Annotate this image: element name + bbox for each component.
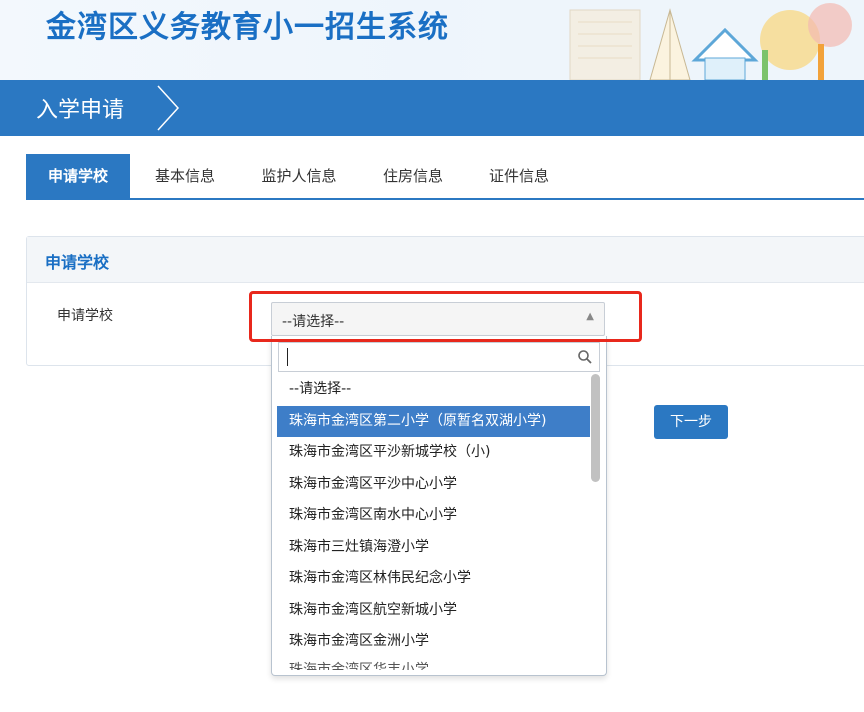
school-option[interactable]: 珠海市三灶镇海澄小学 <box>277 532 590 564</box>
site-title: 金湾区义务教育小一招生系统 <box>46 10 449 45</box>
banner-illustration <box>500 0 864 80</box>
caret-up-icon: ▲ <box>586 311 594 322</box>
dropdown-search-input[interactable] <box>279 343 575 371</box>
school-field-label: 申请学校 <box>57 308 113 324</box>
tab-apply-school[interactable]: 申请学校 <box>26 154 130 198</box>
school-option[interactable]: 珠海市金湾区林伟民纪念小学 <box>277 563 590 595</box>
search-icon <box>578 350 592 364</box>
chevron-right-icon <box>157 85 180 131</box>
school-option-selected[interactable]: 珠海市金湾区第二小学（原暂名双湖小学) <box>277 405 590 437</box>
scrollbar-thumb[interactable] <box>591 374 600 482</box>
school-option[interactable]: 珠海市金湾区平沙新城学校（小) <box>277 437 590 469</box>
dropdown-search-box[interactable] <box>278 342 600 372</box>
school-option[interactable]: 珠海市金湾区金洲小学 <box>277 626 590 658</box>
tab-guardian-info[interactable]: 监护人信息 <box>244 154 354 198</box>
page-nav-bar: 入学申请 <box>0 80 864 136</box>
site-header: 金湾区义务教育小一招生系统 <box>0 0 864 80</box>
next-step-button[interactable]: 下一步 <box>654 405 728 439</box>
school-dropdown: --请选择-- 珠海市金湾区第二小学（原暂名双湖小学) 珠海市金湾区平沙新城学校… <box>271 336 607 676</box>
school-options-list: --请选择-- 珠海市金湾区第二小学（原暂名双湖小学) 珠海市金湾区平沙新城学校… <box>272 374 590 670</box>
school-option[interactable]: 珠海市金湾区平沙中心小学 <box>277 469 590 501</box>
school-option[interactable]: 珠海市金湾区航空新城小学 <box>277 595 590 627</box>
tab-basic-info[interactable]: 基本信息 <box>138 154 232 198</box>
panel-title: 申请学校 <box>45 253 110 272</box>
tab-document-info[interactable]: 证件信息 <box>472 154 566 198</box>
school-select-value: --请选择-- <box>282 314 345 330</box>
step-tabs: 申请学校 基本信息 监护人信息 住房信息 证件信息 <box>26 154 864 200</box>
school-option[interactable]: --请选择-- <box>277 374 590 406</box>
school-option[interactable]: 珠海市金湾区华丰小学 <box>277 658 590 670</box>
dropdown-scrollbar[interactable] <box>591 374 601 670</box>
school-option[interactable]: 珠海市金湾区南水中心小学 <box>277 500 590 532</box>
text-cursor <box>287 348 288 366</box>
school-select[interactable]: --请选择-- ▲ <box>271 302 605 336</box>
panel-header: 申请学校 <box>27 237 864 283</box>
tab-housing-info[interactable]: 住房信息 <box>366 154 460 198</box>
page-title: 入学申请 <box>36 98 125 123</box>
